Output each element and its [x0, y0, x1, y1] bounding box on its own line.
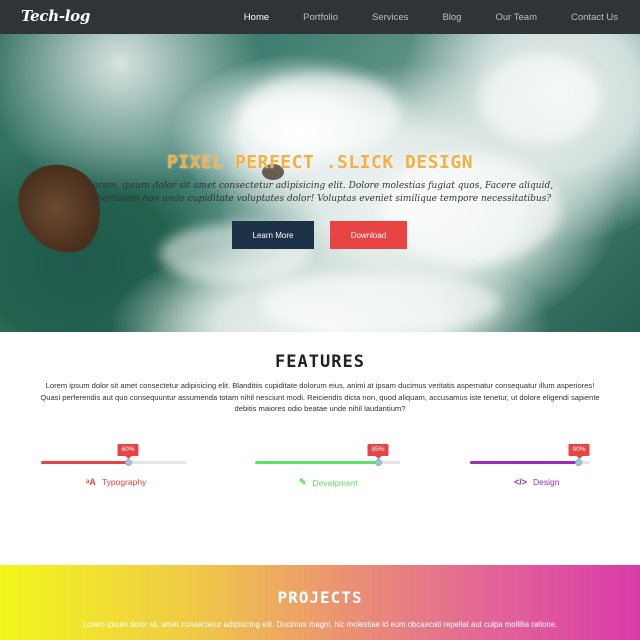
download-button[interactable]: Download: [330, 221, 407, 249]
skill-label-text: Develpment: [312, 477, 358, 488]
skill-progress-track: [41, 459, 186, 466]
hero-title: PIXEL PERFECT .SLICK DESIGN: [166, 152, 474, 173]
nav-link-services[interactable]: Services: [372, 12, 408, 23]
skill-progress-knob[interactable]: [375, 459, 383, 466]
hero-section: PIXEL PERFECT .SLICK DESIGN Lorem, ipsum…: [0, 34, 640, 332]
nav-link-our-team[interactable]: Our Team: [495, 12, 537, 23]
skill-label-development: ✎ Develpment: [299, 477, 358, 488]
skill-label-text: Design: [533, 477, 560, 487]
hero-foam: [240, 74, 400, 154]
skill-label-typography: ᵃA Typography: [86, 477, 146, 487]
skill-progress-track: [255, 459, 400, 466]
brand-logo[interactable]: Tech-log: [21, 7, 90, 25]
skill-progress-track: [470, 459, 590, 466]
skill-progress-knob[interactable]: [575, 459, 582, 466]
skill-percent-badge: 90%: [568, 444, 590, 459]
nav-link-contact[interactable]: Contact Us: [571, 12, 618, 23]
top-navbar: Tech-log Home Portfolio Services Blog Ou…: [0, 0, 640, 34]
skill-progress-fill: [470, 461, 578, 464]
skill-percent-badge: 60%: [117, 444, 139, 459]
nav-link-blog[interactable]: Blog: [442, 12, 461, 23]
learn-more-button[interactable]: Learn More: [232, 221, 314, 249]
nav-link-home[interactable]: Home: [244, 12, 269, 23]
hero-subtitle: Lorem, ipsum dolor sit amet consectetur …: [86, 181, 554, 204]
projects-section: PROJECTS Lorem ipsum dolor sit, amet con…: [0, 565, 640, 640]
code-icon: </>: [514, 477, 528, 487]
skill-label-text: Typography: [101, 477, 147, 487]
skill-progress-knob[interactable]: [125, 459, 132, 466]
type-icon: ᵃA: [86, 477, 96, 487]
projects-title: PROJECTS: [277, 588, 363, 607]
nav-links: Home Portfolio Services Blog Our Team Co…: [210, 0, 618, 34]
skill-label-design: </> Design: [514, 477, 559, 487]
pencil-icon: ✎: [299, 477, 307, 487]
features-title: FEATURES: [275, 352, 365, 372]
hero-foam: [480, 54, 600, 144]
projects-description: Lorem ipsum dolor sit, amet consectetur …: [82, 620, 558, 629]
hero-foam: [260, 274, 500, 332]
skill-percent-badge: 85%: [367, 444, 389, 459]
skill-progress-fill: [255, 461, 379, 464]
skill-progress-fill: [41, 461, 128, 464]
nav-link-portfolio[interactable]: Portfolio: [303, 12, 338, 23]
features-description: Lorem ipsum dolor sit amet consectetur a…: [40, 381, 600, 413]
